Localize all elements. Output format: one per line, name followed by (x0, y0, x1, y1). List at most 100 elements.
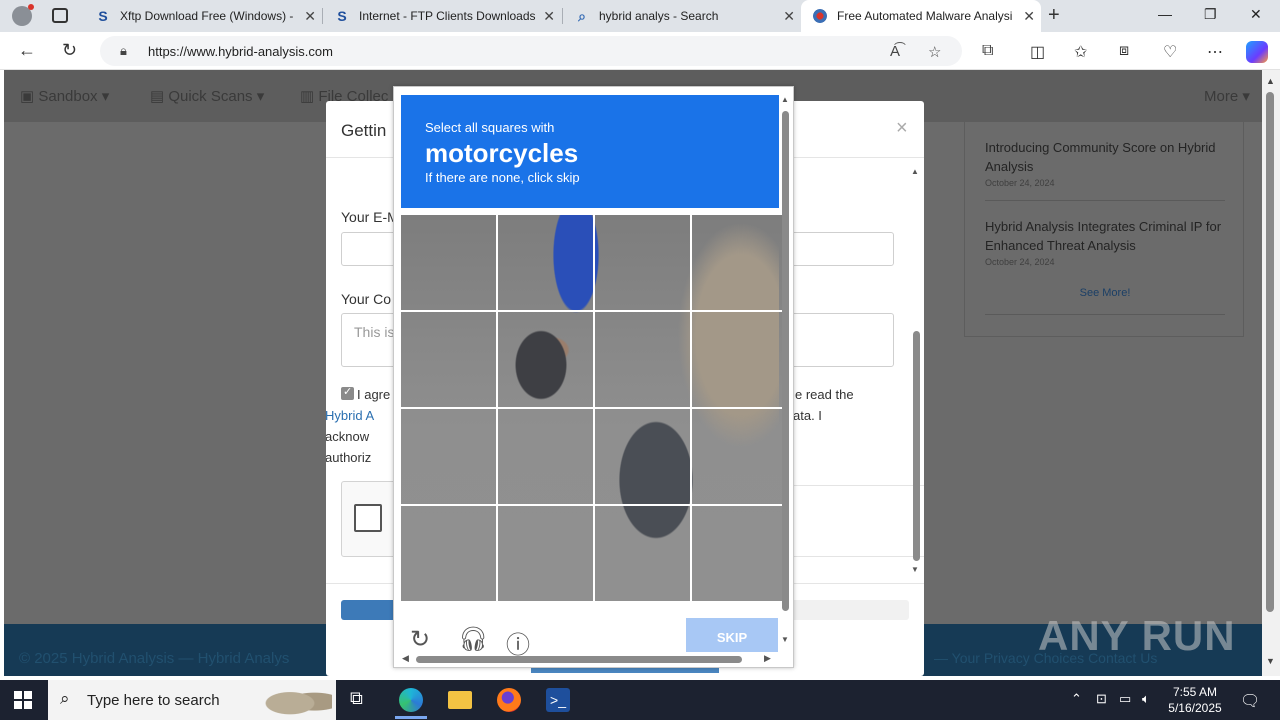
email-label: Your E-M (341, 209, 399, 225)
close-icon[interactable]: × (896, 117, 908, 140)
restore-icon[interactable]: ❐ (1204, 6, 1217, 23)
captcha-tile[interactable] (595, 506, 690, 601)
news-title[interactable]: Hybrid Analysis Integrates Criminal IP f… (985, 217, 1225, 255)
new-tab-icon[interactable]: + (1048, 4, 1060, 27)
captcha-tile[interactable] (595, 215, 690, 310)
scrollbar-thumb[interactable] (1266, 92, 1274, 612)
favorite-star-icon[interactable]: ☆ (928, 43, 941, 61)
scrollbar-thumb[interactable] (416, 656, 742, 663)
back-icon[interactable]: ← (18, 40, 36, 61)
file-explorer-icon[interactable] (448, 691, 472, 709)
challenge-scrollbar[interactable]: ▲ ▼ (780, 93, 792, 651)
nav-label: Sandbox (38, 88, 98, 105)
tray-chevron-icon[interactable]: ⌃ (1071, 691, 1082, 707)
tab-strip: S Xftp Download Free (Windows) - ✕ S Int… (0, 0, 1280, 32)
collections-icon[interactable]: ⧈ (1119, 42, 1129, 60)
scroll-up-icon[interactable]: ▲ (781, 95, 789, 104)
captcha-tile[interactable] (692, 506, 785, 601)
scrollbar-thumb[interactable] (913, 331, 920, 561)
close-tab-icon[interactable]: ✕ (1023, 8, 1035, 25)
refresh-icon[interactable]: ↻ (62, 40, 77, 61)
skip-button[interactable]: SKIP (686, 618, 778, 652)
captcha-tile[interactable] (692, 215, 785, 310)
captcha-tile[interactable] (401, 312, 496, 407)
system-clock[interactable]: 7:55 AM 5/16/2025 (1160, 684, 1230, 716)
more-menu-icon[interactable]: ⋯ (1207, 42, 1223, 62)
see-more-link[interactable]: See More! (965, 287, 1245, 299)
close-tab-icon[interactable]: ✕ (543, 8, 555, 25)
footer-copyright: © 2025 Hybrid Analysis — Hybrid Analys (19, 650, 290, 667)
scroll-down-icon[interactable]: ▼ (1266, 656, 1275, 666)
notifications-icon[interactable]: 🗨︎ (1240, 691, 1260, 711)
tab-label: Free Automated Malware Analysi (837, 9, 1013, 23)
volume-icon[interactable]: 🔈︎ (1142, 691, 1150, 707)
agree-text: authoriz (326, 450, 372, 465)
captcha-tile[interactable] (498, 506, 593, 601)
tab-actions-icon[interactable] (52, 8, 68, 23)
minimize-icon[interactable]: — (1158, 6, 1172, 22)
nav-quick-scans[interactable]: ▤ Quick Scans ▾ (150, 87, 264, 105)
copilot-icon[interactable] (1246, 41, 1268, 63)
nav-more[interactable]: More ▾ (1204, 87, 1250, 105)
audio-challenge-icon[interactable]: 🎧︎ (458, 625, 488, 654)
scroll-left-icon[interactable]: ◀ (402, 653, 409, 664)
news-date: October 24, 2024 (985, 257, 1055, 267)
captcha-tile[interactable] (595, 409, 690, 504)
terms-link[interactable]: Hybrid A (326, 408, 374, 423)
tab-xftp[interactable]: S Xftp Download Free (Windows) - ✕ (84, 0, 322, 32)
search-highlight-image (262, 684, 332, 716)
search-placeholder: Type here to search (87, 692, 220, 709)
read-aloud-icon[interactable]: A͡ (890, 43, 900, 60)
network-icon[interactable]: ▭ (1119, 691, 1131, 707)
task-view-icon[interactable]: ⧉ (350, 688, 374, 712)
captcha-tile[interactable] (498, 215, 593, 310)
clock-date: 5/16/2025 (1168, 701, 1222, 715)
reload-icon[interactable]: ↻ (410, 625, 430, 654)
tab-hybrid-analysis[interactable]: Free Automated Malware Analysi ✕ (801, 0, 1041, 32)
windows-start-icon[interactable] (14, 691, 32, 709)
powershell-icon[interactable]: >_ (546, 688, 570, 712)
prompt-target: motorcycles (425, 138, 579, 168)
search-icon: ⌕ (60, 689, 70, 708)
url-field[interactable]: 🔒︎ https://www.hybrid-analysis.com A͡ ☆ (100, 36, 962, 66)
news-title[interactable]: Introducing Community Score on Hybrid An… (985, 138, 1225, 176)
captcha-tile[interactable] (401, 506, 496, 601)
network-drive-icon[interactable]: ⊡ (1096, 691, 1107, 707)
edge-icon[interactable] (395, 688, 427, 719)
browser-essentials-icon[interactable]: ♡ (1163, 42, 1177, 62)
agree-text: I agre (357, 387, 391, 402)
captcha-tile[interactable] (595, 312, 690, 407)
scroll-up-icon[interactable]: ▲ (911, 167, 919, 176)
scroll-right-icon[interactable]: ▶ (764, 653, 771, 664)
split-screen-icon[interactable]: ◫ (1030, 42, 1045, 62)
captcha-tile[interactable] (401, 409, 496, 504)
close-tab-icon[interactable]: ✕ (304, 8, 316, 25)
tab-label: hybrid analys - Search (599, 9, 719, 23)
tab-ftp-clients[interactable]: S Internet - FTP Clients Downloads ✕ (323, 0, 561, 32)
divider (985, 314, 1225, 315)
modal-scrollbar[interactable]: ▲ ▼ (911, 161, 921, 581)
tab-label: Internet - FTP Clients Downloads (359, 9, 536, 23)
favorites-icon[interactable]: ✩ (1074, 42, 1087, 62)
captcha-tile[interactable] (692, 409, 785, 504)
tab-search[interactable]: ⌕ hybrid analys - Search ✕ (563, 0, 801, 32)
info-box (784, 485, 924, 557)
scroll-down-icon[interactable]: ▼ (911, 565, 919, 574)
captcha-tile[interactable] (692, 312, 785, 407)
firefox-icon[interactable] (497, 688, 521, 712)
scroll-up-icon[interactable]: ▲ (1266, 76, 1275, 86)
challenge-h-scrollbar[interactable]: ◀ ▶ (400, 653, 778, 665)
scrollbar-thumb[interactable] (782, 111, 789, 611)
extensions-icon[interactable]: ⧉ (982, 42, 993, 60)
nav-sandbox[interactable]: ▣ Sandbox ▾ (20, 87, 109, 105)
captcha-tile[interactable] (401, 215, 496, 310)
profile-avatar-icon[interactable] (12, 4, 34, 26)
taskbar-search[interactable]: ⌕ Type here to search (48, 680, 336, 720)
captcha-tile[interactable] (498, 409, 593, 504)
captcha-tile[interactable] (498, 312, 593, 407)
captcha-checkbox[interactable] (354, 504, 382, 532)
close-window-icon[interactable]: ✕ (1250, 6, 1262, 23)
page-scrollbar[interactable]: ▲ ▼ (1262, 70, 1280, 676)
close-tab-icon[interactable]: ✕ (783, 8, 795, 25)
scroll-down-icon[interactable]: ▼ (781, 635, 789, 644)
